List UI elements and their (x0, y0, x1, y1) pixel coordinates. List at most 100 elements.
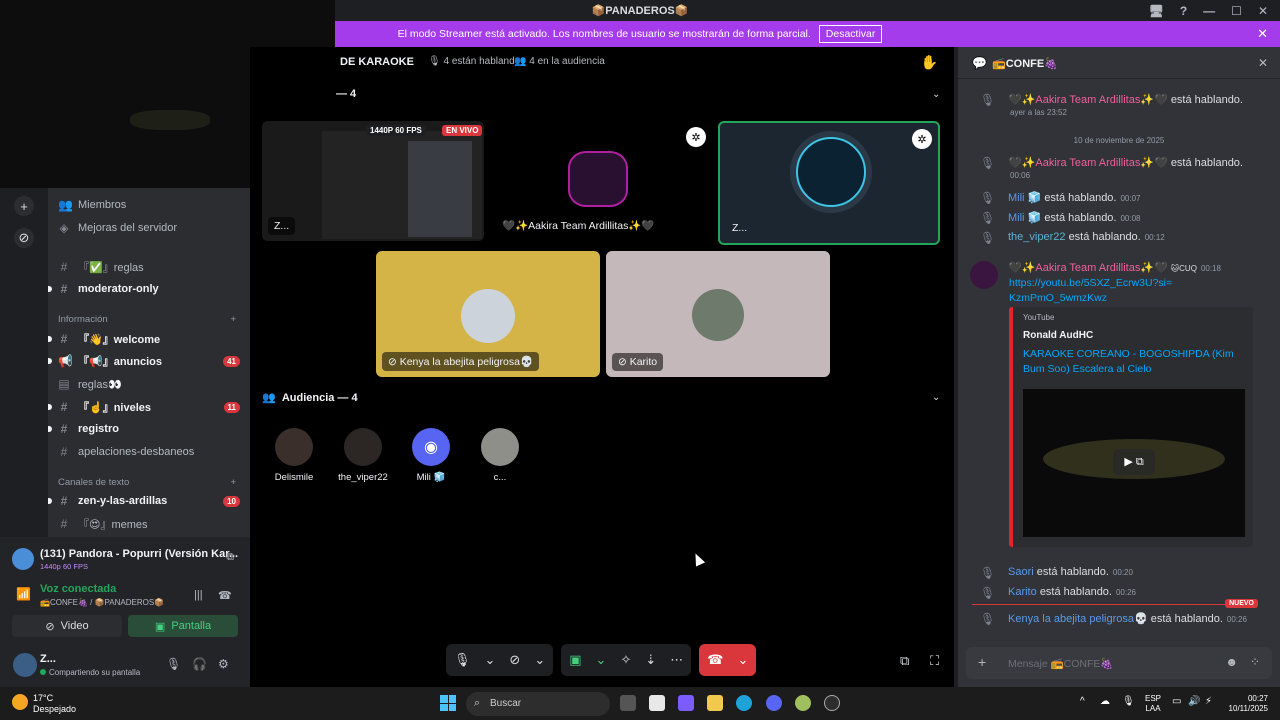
edge-icon[interactable] (736, 695, 752, 711)
embed-title[interactable]: KARAOKE COREANO - BOGOSHIPDA (Kim Bum So… (1023, 347, 1243, 377)
audience-member[interactable]: c... (465, 428, 535, 483)
message-author[interactable]: 🖤✨Aakira Team Ardillitas✨🖤 (1008, 262, 1168, 274)
weather-icon[interactable] (12, 694, 28, 710)
disconnect-icon[interactable]: ☎ (218, 589, 232, 602)
embed-thumbnail[interactable]: ▶ ⧉ (1023, 389, 1245, 537)
embed-author[interactable]: Ronald AudHC (1023, 330, 1093, 341)
apps-icon[interactable]: ⁘ (1250, 655, 1260, 669)
category-info[interactable]: Información + (58, 314, 248, 325)
app-icon[interactable] (824, 695, 840, 711)
message-author[interactable]: Saori (1008, 566, 1034, 578)
tile-kenya[interactable]: ⊘ Kenya la abejita peligrosa💀 (376, 251, 600, 377)
channel-reglas[interactable]: # 『✅』reglas (48, 257, 250, 277)
task-view-icon[interactable] (620, 695, 636, 711)
mic-control[interactable]: 🎙 ⌄ ⊘ ⌄ (446, 644, 554, 676)
more-icon[interactable]: ⋯ (670, 652, 683, 668)
now-playing[interactable]: (131) Pandora - Popurri (Versión Kar... … (12, 545, 238, 575)
close-banner-icon[interactable]: ✕ (1257, 26, 1268, 42)
mic-icon[interactable]: 🎙 (166, 657, 181, 671)
minimize-icon[interactable]: — (1203, 4, 1215, 18)
emoji-icon[interactable]: ☻ (1225, 655, 1238, 669)
mic-tray-icon[interactable]: 🎙 (1122, 696, 1135, 707)
channel-niveles[interactable]: # 『☝️』niveles 11 (48, 397, 250, 417)
boosts-item[interactable]: ◈ Mejoras del servidor (48, 218, 250, 238)
message-author[interactable]: Karito (1008, 586, 1037, 598)
screen-control[interactable]: ▣ ⌄ ✧ ⇣ ⋯ (561, 644, 692, 676)
channel-moderator-only[interactable]: # moderator-only (48, 279, 250, 299)
network-icon[interactable]: ▭ (1172, 696, 1181, 707)
channel-zen[interactable]: # zen-y-las-ardillas 10 (48, 491, 250, 511)
audience-member[interactable]: Delismile (259, 428, 329, 483)
attach-icon[interactable]: + (978, 654, 986, 670)
store-icon[interactable] (649, 695, 665, 711)
message-author[interactable]: 🖤✨Aakira Team Ardillitas✨🖤 (1008, 94, 1168, 106)
chevron-down-icon[interactable]: ⌄ (932, 89, 940, 100)
raise-hand-icon[interactable]: ✋ (921, 54, 938, 71)
taskbar-search[interactable]: ⌕ Buscar (466, 692, 610, 716)
screen-share-icon[interactable]: ▣ (569, 652, 581, 668)
pin-icon[interactable]: ✲ (686, 127, 706, 147)
chevron-down-icon[interactable]: ⌄ (932, 392, 940, 403)
channel-apelaciones[interactable]: # apelaciones-desbaneos (48, 442, 250, 462)
chevron-down-icon[interactable]: ⌄ (534, 652, 545, 668)
audience-member[interactable]: ◉ Mili 🧊 (396, 428, 466, 483)
activity-icon[interactable]: ✧ (620, 652, 631, 668)
disable-streamer-button[interactable]: Desactivar (818, 25, 883, 43)
add-channel-icon[interactable]: + (230, 314, 236, 325)
message-author[interactable]: Mili 🧊 (1008, 192, 1041, 204)
headphones-icon[interactable]: 🎧 (192, 657, 207, 671)
settings-icon[interactable]: ⚙ (218, 657, 229, 671)
user-avatar[interactable] (13, 653, 37, 677)
noise-suppression-icon[interactable]: ||| (194, 589, 203, 601)
message-link[interactable]: https://youtu.be/5SXZ_Ecrw3U?si=KzmPmO_5… (1009, 276, 1179, 306)
copilot-icon[interactable] (678, 695, 694, 711)
language-indicator[interactable]: ESP LAA (1145, 694, 1161, 714)
channel-welcome[interactable]: # 『👋』welcome (48, 329, 250, 349)
message-author[interactable]: the_viper22 (1008, 231, 1066, 243)
message-author[interactable]: Mili 🧊 (1008, 212, 1041, 224)
channel-reglas2[interactable]: ▤ reglas👀 (48, 374, 250, 394)
audience-member[interactable]: the_viper22 (328, 428, 398, 483)
message-author[interactable]: 🖤✨Aakira Team Ardillitas✨🖤 (1008, 157, 1168, 169)
voice-location[interactable]: 📻CONFE🍇 / 📦PANADEROS📦 (40, 598, 164, 607)
video-button[interactable]: ⊘ Video (12, 615, 122, 637)
hangup-icon[interactable]: ☎ (707, 652, 723, 668)
channel-registro[interactable]: # registro (48, 419, 250, 439)
tile-karito[interactable]: ⊘ Karito (606, 251, 830, 377)
help-icon[interactable]: ? (1180, 4, 1187, 18)
add-server-icon[interactable]: + (14, 196, 34, 216)
add-channel-icon[interactable]: + (230, 477, 236, 488)
tile-z[interactable]: ✲ Z... (718, 121, 940, 245)
message-input[interactable]: + Mensaje 📻CONFE🍇 ☻ ⁘ (966, 647, 1272, 679)
cloud-icon[interactable]: ☁ (1100, 696, 1110, 707)
screen-button[interactable]: ▣ Pantalla (128, 615, 238, 637)
popout-icon[interactable]: ⧉ (226, 551, 234, 564)
author-avatar[interactable] (970, 261, 998, 289)
volume-icon[interactable]: 🔊 (1188, 696, 1200, 707)
tile-stream[interactable]: 1440P 60 FPS EN VIVO Z... (262, 121, 484, 241)
chevron-down-icon[interactable]: ⌄ (485, 652, 496, 668)
close-window-icon[interactable]: ✕ (1258, 4, 1268, 18)
discover-icon[interactable]: ⊘ (14, 228, 34, 248)
message-author[interactable]: Kenya la abejita peligrosa💀 (1008, 613, 1148, 625)
signal-icon[interactable]: 📶 (16, 587, 31, 601)
file-explorer-icon[interactable] (707, 695, 723, 711)
discord-taskbar-icon[interactable] (766, 695, 782, 711)
close-chat-icon[interactable]: ✕ (1258, 56, 1268, 70)
chevron-down-icon[interactable]: ⌄ (737, 652, 748, 668)
fullscreen-icon[interactable]: ⛶ (930, 653, 939, 669)
play-icon[interactable]: ▶ ⧉ (1113, 449, 1155, 475)
clock[interactable]: 00:27 10/11/2025 (1222, 694, 1268, 714)
chevron-down-icon[interactable]: ⌄ (596, 652, 607, 668)
popout-icon[interactable]: ⧉ (900, 653, 909, 669)
channel-anuncios[interactable]: 📢 『📢』anuncios 41 (48, 351, 250, 371)
leave-control[interactable]: ☎ ⌄ (699, 644, 757, 676)
channel-memes[interactable]: # 『😍』memes (48, 514, 250, 534)
category-text[interactable]: Canales de texto + (58, 477, 248, 488)
tray-chevron-icon[interactable]: ^ (1080, 696, 1085, 707)
camera-off-icon[interactable]: ⊘ (509, 652, 520, 668)
pin-icon[interactable]: ✲ (912, 129, 932, 149)
move-audience-icon[interactable]: ⇣ (645, 652, 656, 668)
weather-widget[interactable]: 17°C Despejado (33, 693, 76, 715)
app-icon[interactable] (795, 695, 811, 711)
